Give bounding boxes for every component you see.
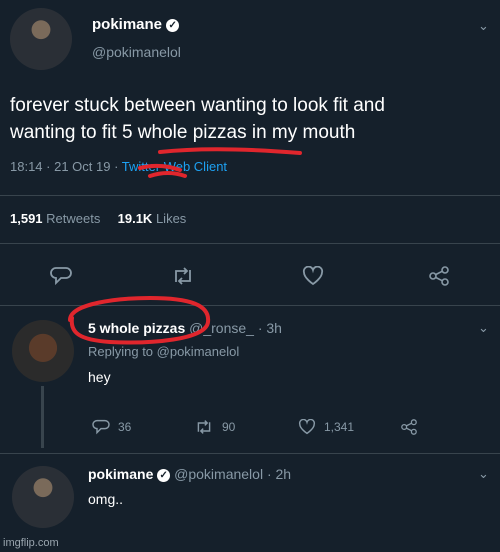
- avatar[interactable]: [12, 466, 74, 528]
- annotation-underline: [158, 147, 302, 155]
- reply-thread-line: [41, 386, 44, 448]
- reply-author-row: 5 whole pizzas @_ronse_ · 3h: [88, 320, 282, 336]
- replying-to: Replying to @pokimanelol: [88, 344, 240, 359]
- like-button[interactable]: 1,341: [298, 419, 354, 435]
- reply-time[interactable]: · 3h: [258, 320, 282, 336]
- divider: [0, 305, 500, 306]
- reply-button[interactable]: [48, 264, 74, 288]
- timestamp: 18:14 · 21 Oct 19 ·: [10, 159, 119, 174]
- handle[interactable]: @pokimanelol: [92, 44, 181, 60]
- divider: [0, 195, 500, 196]
- likes-count[interactable]: 19.1K: [118, 211, 153, 226]
- reply-text: omg..: [88, 491, 124, 507]
- display-name[interactable]: pokimane: [88, 466, 153, 482]
- timestamp-row: 18:14 · 21 Oct 19 · Twitter Web Client: [10, 159, 227, 174]
- handle[interactable]: @pokimanelol: [174, 466, 263, 482]
- retweets-count[interactable]: 1,591: [10, 211, 43, 226]
- retweet-count: 90: [222, 420, 236, 434]
- tweet-text-line: forever stuck between wanting to look fi…: [10, 95, 385, 116]
- likes-label[interactable]: Likes: [156, 211, 186, 226]
- chevron-down-icon[interactable]: ⌄: [478, 320, 489, 336]
- divider: [0, 453, 500, 454]
- share-icon: [401, 419, 417, 435]
- verified-badge-icon: ✓: [166, 18, 180, 32]
- avatar[interactable]: [10, 8, 72, 70]
- retweet-icon: [175, 267, 191, 285]
- share-icon: [429, 266, 449, 286]
- tweet-text-line: wanting to fit 5 whole pizzas in my mout…: [10, 122, 356, 143]
- client-link[interactable]: Twitter Web Client: [122, 159, 227, 174]
- retweet-button[interactable]: [170, 264, 196, 288]
- reply-icon: [50, 267, 72, 286]
- heart-icon: [298, 419, 316, 435]
- retweet-button[interactable]: 90: [194, 419, 235, 435]
- verified-badge-icon: ✓: [157, 468, 171, 482]
- share-button[interactable]: [426, 264, 452, 288]
- reply-button[interactable]: 36: [92, 419, 131, 435]
- reply-text: hey: [88, 369, 111, 385]
- like-count: 1,341: [324, 420, 355, 434]
- retweet-icon: [197, 420, 211, 434]
- retweets-label[interactable]: Retweets: [46, 211, 100, 226]
- avatar[interactable]: [12, 320, 74, 382]
- reply-count: 36: [118, 420, 132, 434]
- reply-author-row: pokimane ✓ @pokimanelol · 2h: [88, 466, 291, 482]
- display-name[interactable]: pokimane: [92, 16, 162, 33]
- share-button[interactable]: [400, 419, 418, 440]
- engagement-stats: 1,591 Retweets 19.1K Likes: [10, 211, 186, 226]
- divider: [0, 243, 500, 244]
- reply-time[interactable]: · 2h: [267, 466, 291, 482]
- watermark: imgflip.com: [3, 537, 59, 549]
- display-name[interactable]: 5 whole pizzas: [88, 320, 185, 336]
- reply-icon: [92, 419, 110, 435]
- handle[interactable]: @_ronse_: [189, 320, 254, 336]
- tweet-text: forever stuck between wanting to look fi…: [10, 92, 490, 146]
- heart-icon: [302, 266, 324, 286]
- like-button[interactable]: [300, 264, 326, 288]
- chevron-down-icon[interactable]: ⌄: [478, 18, 489, 34]
- author-name-row: pokimane ✓: [92, 16, 180, 33]
- chevron-down-icon[interactable]: ⌄: [478, 466, 489, 482]
